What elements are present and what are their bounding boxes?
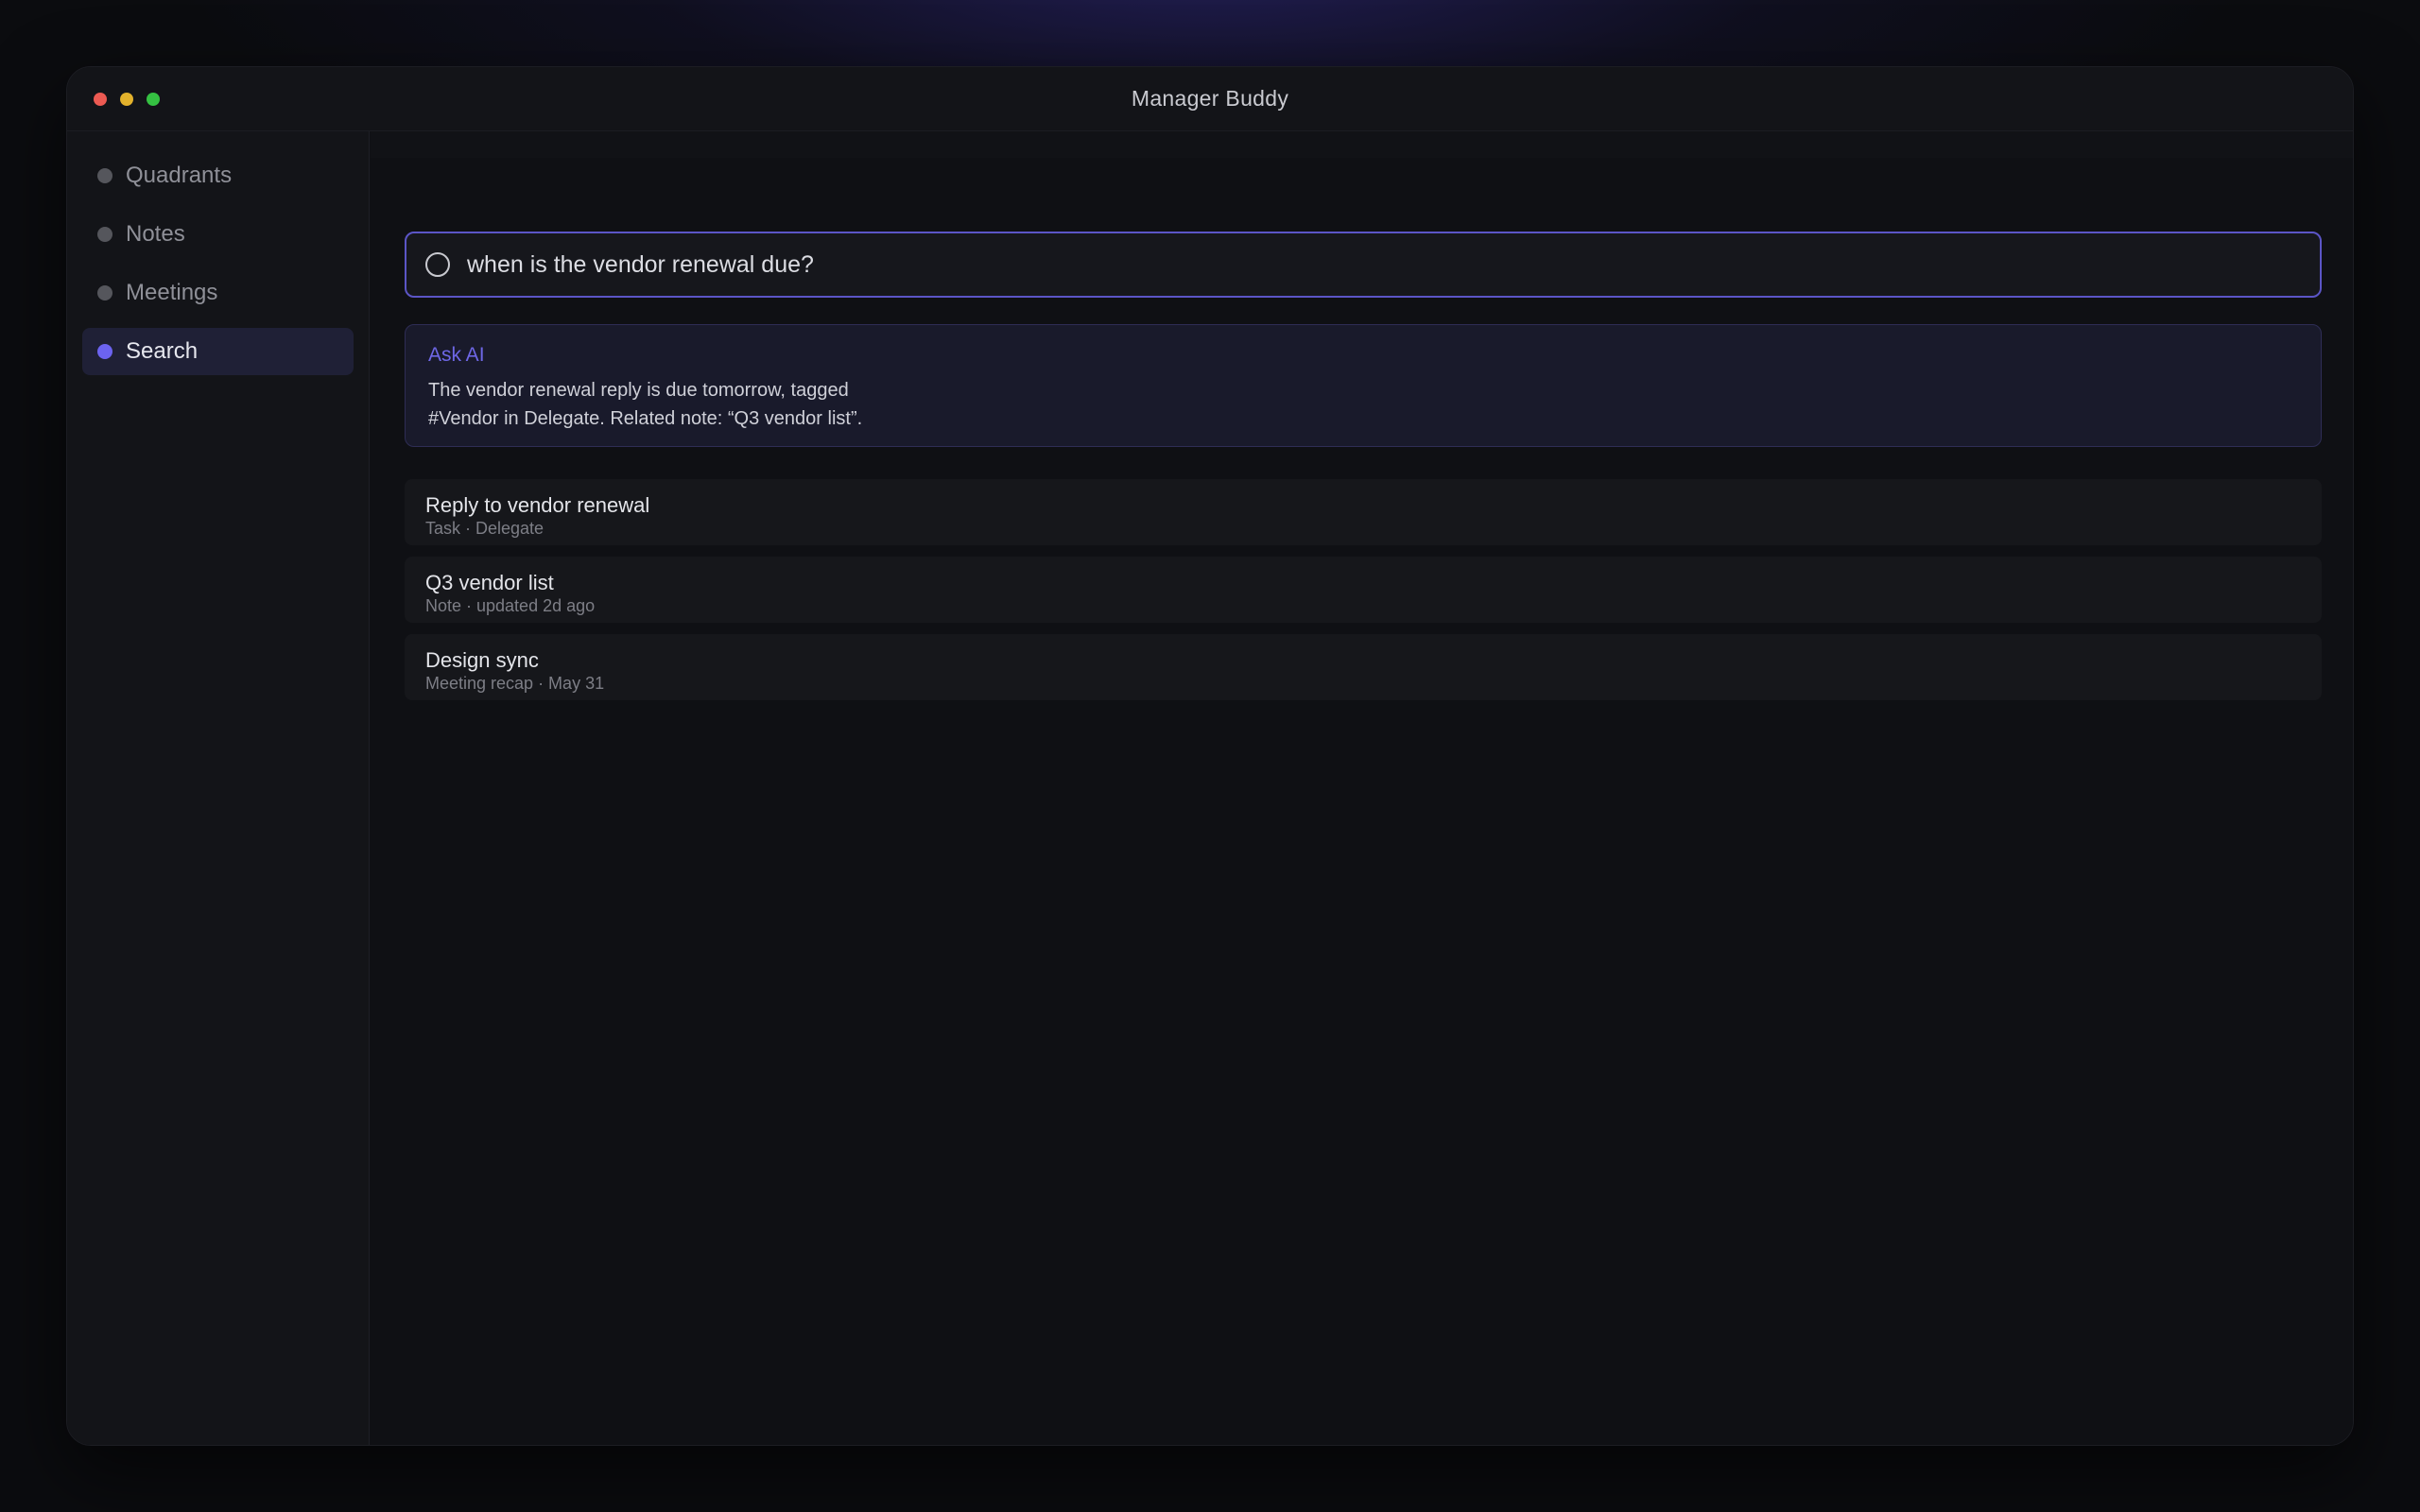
result-title: Design sync xyxy=(425,648,539,672)
result-title: Reply to vendor renewal xyxy=(425,493,650,517)
sidebar-item-notes[interactable]: Notes xyxy=(82,211,354,258)
content-header-band xyxy=(371,131,2353,158)
sidebar-item-quadrants[interactable]: Quadrants xyxy=(82,152,354,199)
sidebar-item-label: Meetings xyxy=(126,280,218,305)
search-result-item[interactable]: Q3 vendor list Note · updated 2d ago xyxy=(405,557,2322,623)
sidebar: Quadrants Notes Meetings Search xyxy=(67,131,370,1445)
main-content: Ask AI The vendor renewal reply is due t… xyxy=(371,131,2353,1445)
sidebar-item-label: Search xyxy=(126,338,199,364)
sidebar-item-label: Notes xyxy=(126,221,185,247)
search-field[interactable] xyxy=(405,232,2322,298)
dot-icon xyxy=(97,285,112,301)
result-meta: Meeting recap · May 31 xyxy=(425,674,605,693)
sidebar-item-meetings[interactable]: Meetings xyxy=(82,269,354,317)
ai-answer-label: Ask AI xyxy=(428,344,485,366)
sidebar-item-label: Quadrants xyxy=(126,163,233,188)
app-window: Manager Buddy Quadrants Notes Meetings S… xyxy=(66,66,2354,1446)
result-meta: Note · updated 2d ago xyxy=(425,596,596,615)
result-title: Q3 vendor list xyxy=(425,571,554,594)
dot-icon xyxy=(97,344,112,359)
dot-icon xyxy=(97,227,112,242)
ai-answer-line: #Vendor in Delegate. Related note: “Q3 v… xyxy=(428,408,863,429)
circle-icon xyxy=(425,252,450,277)
search-input[interactable] xyxy=(467,250,2263,279)
ai-answer-card: Ask AI The vendor renewal reply is due t… xyxy=(405,324,2322,447)
result-meta: Task · Delegate xyxy=(425,519,544,538)
sidebar-item-search[interactable]: Search xyxy=(82,328,354,375)
search-result-item[interactable]: Reply to vendor renewal Task · Delegate xyxy=(405,479,2322,545)
dot-icon xyxy=(97,168,112,183)
app-title: Manager Buddy xyxy=(1131,86,1289,111)
title-bar: Manager Buddy xyxy=(67,67,2353,131)
search-result-item[interactable]: Design sync Meeting recap · May 31 xyxy=(405,634,2322,700)
ai-answer-line: The vendor renewal reply is due tomorrow… xyxy=(428,380,849,401)
